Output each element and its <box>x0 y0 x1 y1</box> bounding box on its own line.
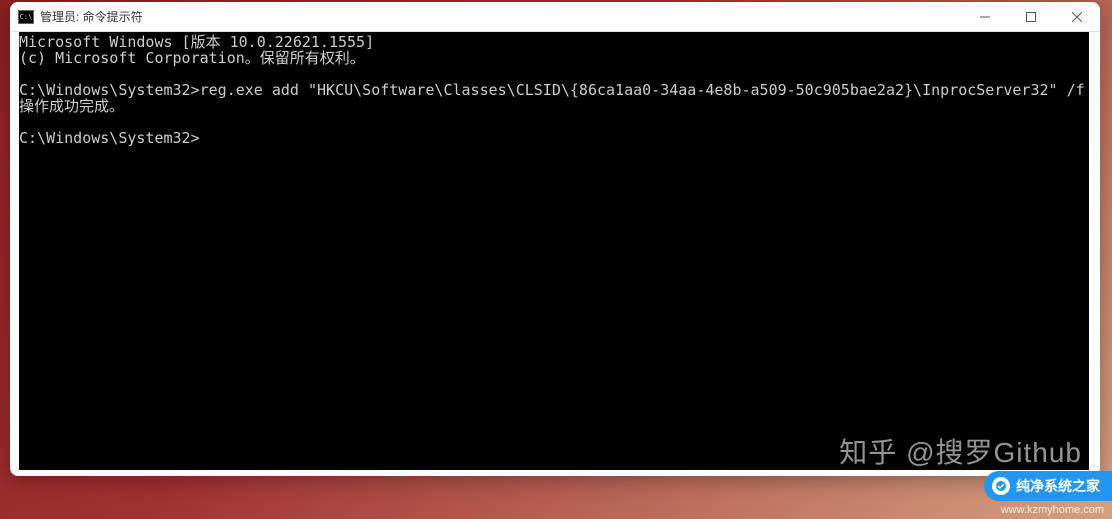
terminal-result: 操作成功完成。 <box>19 97 124 115</box>
watermark-badge: 纯净系统之家 <box>984 471 1112 501</box>
close-button[interactable] <box>1054 2 1100 31</box>
terminal-output[interactable]: Microsoft Windows [版本 10.0.22621.1555] (… <box>19 32 1089 470</box>
window-title: 管理员: 命令提示符 <box>40 8 962 25</box>
watermark-url: www.kzmyhome.com <box>1001 504 1104 516</box>
badge-text: 纯净系统之家 <box>1016 476 1100 496</box>
minimize-icon <box>980 12 990 22</box>
terminal-line: (c) Microsoft Corporation。保留所有权利。 <box>19 49 365 67</box>
window-controls <box>962 2 1100 31</box>
titlebar[interactable]: C:\ 管理员: 命令提示符 <box>10 2 1100 32</box>
command-prompt-window: C:\ 管理员: 命令提示符 Microsoft Windows [版本 10.… <box>10 2 1100 476</box>
cmd-icon: C:\ <box>18 10 34 24</box>
terminal-prompt: C:\Windows\System32> <box>19 129 200 147</box>
watermark-zhihu: 知乎 @搜罗Github <box>839 431 1082 471</box>
badge-icon <box>992 477 1010 495</box>
maximize-icon <box>1026 12 1036 22</box>
close-icon <box>1072 12 1082 22</box>
minimize-button[interactable] <box>962 2 1008 31</box>
maximize-button[interactable] <box>1008 2 1054 31</box>
terminal-command: reg.exe add "HKCU\Software\Classes\CLSID… <box>200 81 1089 99</box>
